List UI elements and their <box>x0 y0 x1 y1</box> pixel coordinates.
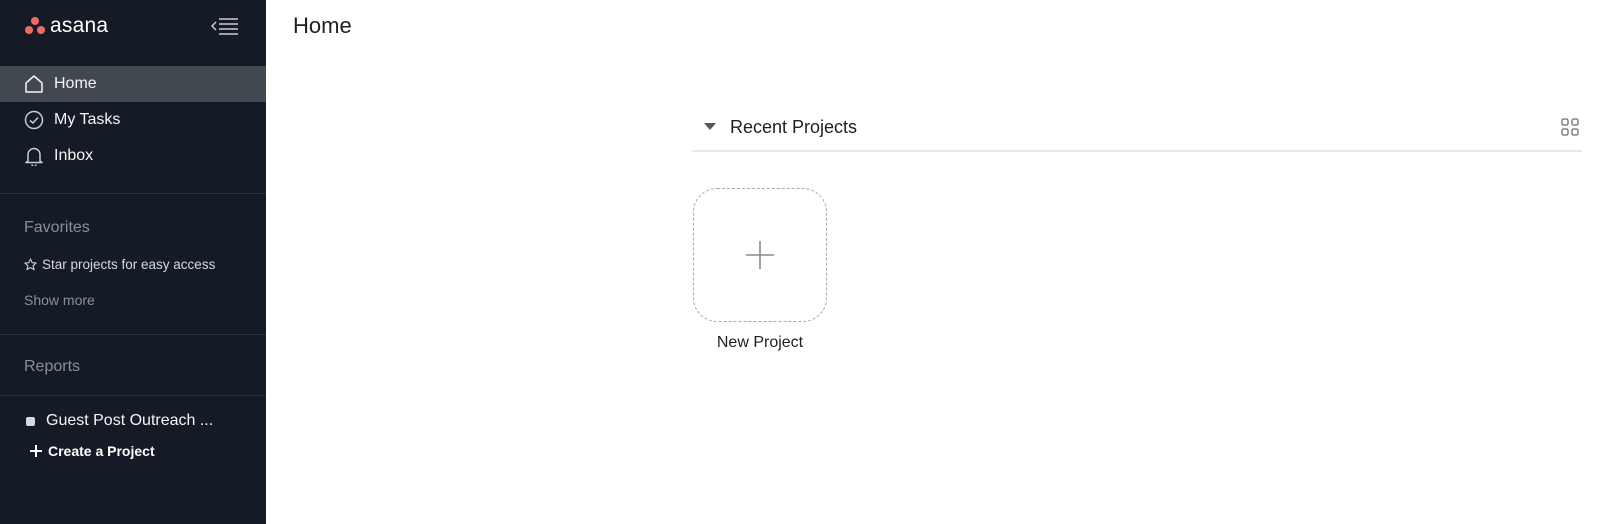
app-root: asana Home My Tasks Inbox Favorites Star… <box>0 0 1600 524</box>
sidebar: asana Home My Tasks Inbox Favorites Star… <box>0 0 266 524</box>
sidebar-project-label: Guest Post Outreach ... <box>46 412 214 429</box>
grid-icon <box>1561 118 1579 136</box>
plus-icon <box>746 241 774 269</box>
sidebar-item-inbox[interactable]: Inbox <box>0 138 266 174</box>
sidebar-nav: Home My Tasks Inbox <box>0 66 266 174</box>
project-tiles: New Project <box>692 188 1582 352</box>
favorites-title: Favorites <box>24 219 90 236</box>
sidebar-divider <box>0 193 266 194</box>
recent-projects-header: Recent Projects <box>692 104 1582 152</box>
bell-icon <box>25 147 43 166</box>
new-project-label: New Project <box>716 334 804 351</box>
star-icon <box>24 257 37 270</box>
logo-text: asana <box>50 14 109 37</box>
collapse-recent-projects-button[interactable] <box>702 119 718 135</box>
project-color-swatch <box>26 416 35 426</box>
asana-logo-icon <box>25 17 45 35</box>
asana-logo[interactable]: asana <box>25 14 108 38</box>
sidebar-header: asana <box>0 0 266 52</box>
collapse-sidebar-button[interactable] <box>210 16 240 36</box>
sidebar-item-label: Home <box>54 75 97 92</box>
grid-view-button[interactable] <box>1560 117 1580 137</box>
sidebar-item-my-tasks[interactable]: My Tasks <box>0 102 266 138</box>
create-project-button[interactable]: Create a Project <box>0 436 266 466</box>
favorites-hint: Star projects for easy access <box>0 246 266 282</box>
collapse-sidebar-icon <box>210 18 238 35</box>
page-title: Home <box>293 13 352 38</box>
create-project-label: Create a Project <box>48 443 155 459</box>
new-project-tile[interactable]: New Project <box>692 188 828 352</box>
home-icon <box>25 75 43 93</box>
sidebar-item-label: My Tasks <box>54 111 121 128</box>
check-circle-icon <box>24 110 44 130</box>
sidebar-item-label: Inbox <box>54 147 94 164</box>
sidebar-item-home[interactable]: Home <box>0 66 266 102</box>
caret-down-icon <box>704 123 716 130</box>
recent-projects-section: Recent Projects New Project <box>692 104 1582 352</box>
recent-projects-title: Recent Projects <box>730 116 858 137</box>
sidebar-divider <box>0 334 266 335</box>
plus-icon <box>30 445 42 457</box>
new-project-tile-box[interactable] <box>693 188 827 322</box>
main-content: Home Recent Projects New Project <box>266 0 1600 524</box>
reports-title[interactable]: Reports <box>0 349 266 385</box>
favorites-hint-text: Star projects for easy access <box>42 256 216 272</box>
sidebar-divider <box>0 395 266 396</box>
recent-projects-title-group: Recent Projects <box>702 117 857 138</box>
show-more-link[interactable]: Show more <box>0 282 266 318</box>
sidebar-project-item[interactable]: Guest Post Outreach ... <box>0 406 266 436</box>
